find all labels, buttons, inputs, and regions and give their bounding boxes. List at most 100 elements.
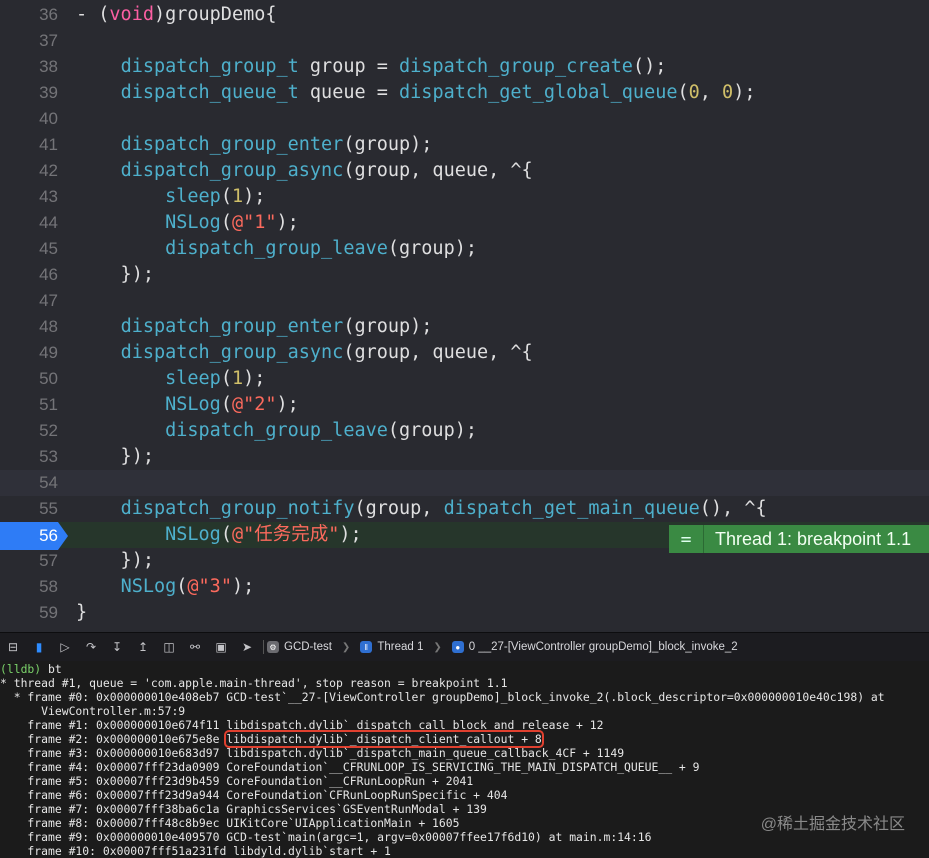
toolbar-divider: [263, 640, 264, 654]
line-number[interactable]: 41: [0, 132, 58, 158]
code-text: dispatch_group_enter(group);: [120, 134, 433, 155]
code-line[interactable]: 53 });: [0, 444, 929, 470]
line-number[interactable]: 37: [0, 28, 58, 54]
line-number[interactable]: 51: [0, 392, 58, 418]
code-text: dispatch_group_enter(group);: [120, 316, 433, 337]
line-number[interactable]: 47: [0, 288, 58, 314]
code-text: - (void)groupDemo{: [76, 4, 277, 25]
breadcrumb: ⚙ GCD-test ❯ ‖ Thread 1 ❯ ● 0 __27-[View…: [267, 641, 738, 653]
console-line: frame #6: 0x00007fff23d9a944 CoreFoundat…: [0, 788, 508, 802]
console-line: frame #5: 0x00007fff23d9b459 CoreFoundat…: [0, 774, 474, 788]
code-line[interactable]: 59}: [0, 600, 929, 626]
hide-debug-area-icon[interactable]: ⊟: [0, 633, 26, 661]
code-line[interactable]: 36 - (void)groupDemo{: [0, 2, 929, 28]
environment-overrides-icon[interactable]: ▣: [208, 633, 234, 661]
code-line[interactable]: 42 dispatch_group_async(group, queue, ^{: [0, 158, 929, 184]
code-text: sleep(1);: [165, 368, 266, 389]
watermark: @稀土掘金技术社区: [760, 816, 905, 833]
memory-graph-icon[interactable]: ⚯: [182, 633, 208, 661]
breadcrumb-frame[interactable]: 0 __27-[ViewController groupDemo]_block_…: [469, 641, 738, 653]
code-text: NSLog(@"2");: [165, 394, 299, 415]
line-number[interactable]: 48: [0, 314, 58, 340]
code-text: }: [76, 602, 88, 623]
line-number[interactable]: 59: [0, 600, 58, 626]
code-line[interactable]: 50 sleep(1);: [0, 366, 929, 392]
code-text: dispatch_group_notify(group, dispatch_ge…: [120, 498, 767, 519]
line-number[interactable]: 57: [0, 548, 58, 574]
line-number[interactable]: 45: [0, 236, 58, 262]
line-number[interactable]: 36: [0, 2, 58, 28]
code-line[interactable]: 58 NSLog(@"3");: [0, 574, 929, 600]
code-line[interactable]: 41 dispatch_group_enter(group);: [0, 132, 929, 158]
line-number[interactable]: 39: [0, 80, 58, 106]
simulate-location-icon[interactable]: ➤: [234, 633, 260, 661]
line-number[interactable]: 49: [0, 340, 58, 366]
breakpoint-banner-icon[interactable]: =: [669, 525, 704, 553]
code-line[interactable]: 55 dispatch_group_notify(group, dispatch…: [0, 496, 929, 522]
code-line[interactable]: 45 dispatch_group_leave(group);: [0, 236, 929, 262]
code-line[interactable]: 46 });: [0, 262, 929, 288]
code-line[interactable]: 40: [0, 106, 929, 132]
code-line[interactable]: 48 dispatch_group_enter(group);: [0, 314, 929, 340]
code-text: sleep(1);: [165, 186, 266, 207]
breadcrumb-thread[interactable]: Thread 1: [377, 641, 423, 653]
code-line[interactable]: 52 dispatch_group_leave(group);: [0, 418, 929, 444]
app-target-icon: ⚙: [267, 641, 279, 653]
breakpoint-line-number: 56: [39, 526, 58, 545]
highlighted-frame: libdispatch.dylib`_dispatch_client_callo…: [224, 730, 544, 748]
code-line[interactable]: 54: [0, 470, 929, 496]
line-number[interactable]: 46: [0, 262, 58, 288]
code-line[interactable]: 37: [0, 28, 929, 54]
line-number[interactable]: 55: [0, 496, 58, 522]
code-text: });: [76, 446, 154, 467]
breadcrumb-target[interactable]: GCD-test: [284, 641, 332, 653]
code-text: NSLog(@"3");: [120, 576, 255, 597]
line-number[interactable]: 40: [0, 106, 58, 132]
chevron-right-icon: ❯: [341, 641, 351, 653]
code-text: dispatch_group_async(group, queue, ^{: [120, 160, 533, 181]
step-out-icon[interactable]: ↥: [130, 633, 156, 661]
console-line: frame #9: 0x000000010e409570 GCD-test`ma…: [0, 830, 652, 844]
step-over-icon[interactable]: ↷: [78, 633, 104, 661]
breakpoint-banner[interactable]: = Thread 1: breakpoint 1.1: [669, 525, 929, 553]
code-text: NSLog(@"1");: [165, 212, 299, 233]
code-text: NSLog(@"任务完成");: [165, 524, 362, 545]
line-number[interactable]: 52: [0, 418, 58, 444]
code-text: dispatch_group_leave(group);: [165, 238, 477, 259]
line-number[interactable]: 58: [0, 574, 58, 600]
line-number[interactable]: 53: [0, 444, 58, 470]
code-line[interactable]: 38 dispatch_group_t group = dispatch_gro…: [0, 54, 929, 80]
line-number[interactable]: 44: [0, 210, 58, 236]
line-number[interactable]: 42: [0, 158, 58, 184]
console-line: frame #3: 0x000000010e683d97 libdispatch…: [0, 746, 625, 760]
continue-icon[interactable]: ▷: [52, 633, 78, 661]
step-into-icon[interactable]: ↧: [104, 633, 130, 661]
line-number[interactable]: 38: [0, 54, 58, 80]
console-line: * thread #1, queue = 'com.apple.main-thr…: [0, 676, 508, 690]
console-line: frame #1: 0x000000010e674f11 libdispatch…: [0, 718, 604, 732]
console-line: * frame #0: 0x000000010e408eb7 GCD-test`…: [0, 690, 885, 704]
code-line[interactable]: 43 sleep(1);: [0, 184, 929, 210]
code-text: dispatch_queue_t queue = dispatch_get_gl…: [120, 82, 756, 103]
console-line: frame #8: 0x00007fff48c8b9ec UIKitCore`U…: [0, 816, 460, 830]
code-line[interactable]: 47: [0, 288, 929, 314]
code-line[interactable]: 44 NSLog(@"1");: [0, 210, 929, 236]
code-text: });: [76, 264, 154, 285]
breakpoints-toggle-icon[interactable]: ▮: [26, 633, 52, 661]
console-line: ViewController.m:57:9: [0, 704, 186, 718]
code-line[interactable]: 49 dispatch_group_async(group, queue, ^{: [0, 340, 929, 366]
line-number[interactable]: 50: [0, 366, 58, 392]
line-number[interactable]: 43: [0, 184, 58, 210]
console-line: frame #10: 0x00007fff51a231fd libdyld.dy…: [0, 844, 391, 858]
stack-frame-icon: ●: [451, 641, 464, 653]
console-line: frame #4: 0x00007fff23da0909 CoreFoundat…: [0, 760, 700, 774]
code-line[interactable]: 51 NSLog(@"2");: [0, 392, 929, 418]
view-hierarchy-icon[interactable]: ◫: [156, 633, 182, 661]
thread-icon: ‖: [360, 641, 373, 653]
lldb-prompt: (lldb): [0, 662, 42, 676]
console-line: frame #2: 0x000000010e675e8e libdispatch…: [0, 730, 544, 748]
line-number[interactable]: 54: [0, 470, 58, 496]
code-text: dispatch_group_leave(group);: [165, 420, 477, 441]
debug-toolbar: ⊟ ▮ ▷ ↷ ↧ ↥ ◫ ⚯ ▣ ➤ ⚙ GCD-test ❯ ‖ Threa…: [0, 632, 929, 662]
code-line[interactable]: 39 dispatch_queue_t queue = dispatch_get…: [0, 80, 929, 106]
